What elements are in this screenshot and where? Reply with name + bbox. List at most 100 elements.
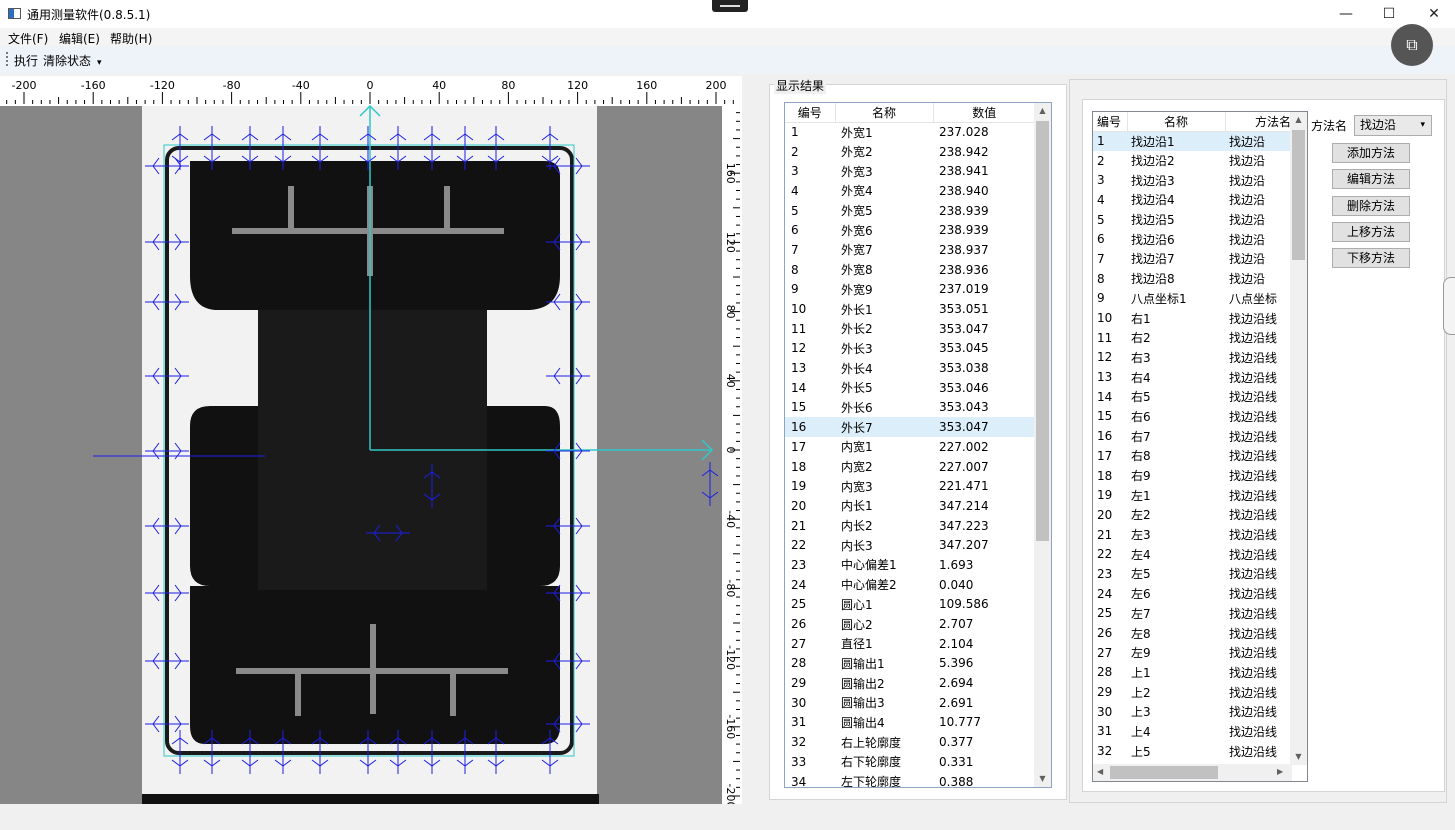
- result-row[interactable]: 32 右上轮廓度 0.377: [785, 732, 1036, 752]
- minimize-button[interactable]: —: [1331, 4, 1361, 24]
- measurement-canvas[interactable]: -200 -160 -120 -80 -40 0 40 80 120 160 200: [0, 76, 742, 804]
- scroll-up-icon[interactable]: ▲: [1034, 103, 1051, 119]
- method-row[interactable]: 12 右3 找边沿线: [1093, 348, 1292, 368]
- method-row[interactable]: 11 右2 找边沿线: [1093, 328, 1292, 348]
- method-row[interactable]: 26 左8 找边沿线: [1093, 623, 1292, 643]
- method-row[interactable]: 1 找边沿1 找边沿: [1093, 131, 1292, 151]
- result-row[interactable]: 14 外长5 353.046: [785, 378, 1036, 398]
- edit-method-button[interactable]: 编辑方法: [1332, 169, 1410, 189]
- menu-edit[interactable]: 编辑(E): [59, 30, 100, 47]
- result-row[interactable]: 12 外长3 353.045: [785, 339, 1036, 359]
- maximize-button[interactable]: ☐: [1374, 4, 1404, 24]
- result-row[interactable]: 23 中心偏差1 1.693: [785, 555, 1036, 575]
- method-row[interactable]: 18 右9 找边沿线: [1093, 466, 1292, 486]
- result-row[interactable]: 29 圆输出2 2.694: [785, 673, 1036, 693]
- result-row[interactable]: 10 外长1 353.051: [785, 299, 1036, 319]
- scroll-left-icon[interactable]: ◀: [1097, 767, 1103, 776]
- toolbar-overflow-icon[interactable]: ▾: [97, 58, 102, 68]
- result-row[interactable]: 28 圆输出1 5.396: [785, 654, 1036, 674]
- method-row[interactable]: 16 右7 找边沿线: [1093, 426, 1292, 446]
- result-row[interactable]: 27 直径1 2.104: [785, 634, 1036, 654]
- method-row[interactable]: 3 找边沿3 找边沿: [1093, 170, 1292, 190]
- close-button[interactable]: ✕: [1419, 4, 1449, 24]
- menu-file[interactable]: 文件(F): [8, 30, 48, 47]
- methods-table[interactable]: 编号 名称 方法名 1 找边沿1 找边沿 2 找边沿2 找边沿 3 找边沿3 找边沿 4 找边沿4 找…: [1092, 111, 1308, 782]
- result-row[interactable]: 4 外宽4 238.940: [785, 181, 1036, 201]
- result-row[interactable]: 26 圆心2 2.707: [785, 614, 1036, 634]
- result-row[interactable]: 18 内宽2 227.007: [785, 457, 1036, 477]
- result-row[interactable]: 24 中心偏差2 0.040: [785, 575, 1036, 595]
- result-row[interactable]: 6 外宽6 238.939: [785, 220, 1036, 240]
- method-row[interactable]: 8 找边沿8 找边沿: [1093, 269, 1292, 289]
- method-row[interactable]: 17 右8 找边沿线: [1093, 446, 1292, 466]
- result-row[interactable]: 3 外宽3 238.941: [785, 161, 1036, 181]
- result-row[interactable]: 21 内长2 347.223: [785, 516, 1036, 536]
- method-name-select[interactable]: 找边沿 ▾: [1354, 115, 1432, 136]
- result-row[interactable]: 22 内长3 347.207: [785, 535, 1036, 555]
- result-row[interactable]: 31 圆输出4 10.777: [785, 713, 1036, 733]
- methods-hscroll-thumb[interactable]: [1110, 766, 1218, 779]
- method-col-header-method[interactable]: 方法名: [1225, 112, 1292, 132]
- method-row[interactable]: 27 左9 找边沿线: [1093, 643, 1292, 663]
- methods-scroll-thumb[interactable]: [1292, 130, 1305, 260]
- results-table[interactable]: 编号 名称 数值 1 外宽1 237.028 2 外宽2 238.942 3 外宽3 238.9…: [784, 102, 1052, 788]
- result-row[interactable]: 13 外长4 353.038: [785, 358, 1036, 378]
- col-header-index[interactable]: 编号: [785, 103, 836, 123]
- method-col-header-index[interactable]: 编号: [1093, 112, 1128, 132]
- menu-help[interactable]: 帮助(H): [110, 30, 152, 47]
- result-row[interactable]: 30 圆输出3 2.691: [785, 693, 1036, 713]
- scroll-right-icon[interactable]: ▶: [1277, 767, 1283, 776]
- move-up-method-button[interactable]: 上移方法: [1332, 222, 1410, 242]
- result-row[interactable]: 20 内长1 347.214: [785, 496, 1036, 516]
- result-row[interactable]: 1 外宽1 237.028: [785, 122, 1036, 142]
- method-row[interactable]: 15 右6 找边沿线: [1093, 407, 1292, 427]
- method-row[interactable]: 21 左3 找边沿线: [1093, 525, 1292, 545]
- method-row[interactable]: 28 上1 找边沿线: [1093, 663, 1292, 683]
- method-row[interactable]: 7 找边沿7 找边沿: [1093, 249, 1292, 269]
- side-panel-tab[interactable]: [1443, 277, 1455, 335]
- method-row[interactable]: 4 找边沿4 找边沿: [1093, 190, 1292, 210]
- col-header-name[interactable]: 名称: [835, 103, 934, 123]
- methods-scroll-down-icon[interactable]: ▼: [1290, 749, 1307, 765]
- method-row[interactable]: 5 找边沿5 找边沿: [1093, 210, 1292, 230]
- method-row[interactable]: 23 左5 找边沿线: [1093, 564, 1292, 584]
- result-row[interactable]: 17 内宽1 227.002: [785, 437, 1036, 457]
- methods-hscrollbar[interactable]: ◀ ▶: [1093, 764, 1292, 781]
- image-viewer[interactable]: -200 -160 -120 -80 -40 0 40 80 120 160 200: [0, 76, 742, 804]
- results-scroll-thumb[interactable]: [1036, 121, 1049, 541]
- add-method-button[interactable]: 添加方法: [1332, 143, 1410, 163]
- method-row[interactable]: 14 右5 找边沿线: [1093, 387, 1292, 407]
- methods-scrollbar[interactable]: ▲ ▼: [1290, 112, 1307, 765]
- method-row[interactable]: 25 左7 找边沿线: [1093, 604, 1292, 624]
- run-button[interactable]: 执行: [14, 52, 38, 69]
- method-row[interactable]: 13 右4 找边沿线: [1093, 367, 1292, 387]
- snap-grip-handle[interactable]: [712, 0, 748, 12]
- method-row[interactable]: 19 左1 找边沿线: [1093, 485, 1292, 505]
- method-row[interactable]: 6 找边沿6 找边沿: [1093, 229, 1292, 249]
- method-row[interactable]: 10 右1 找边沿线: [1093, 308, 1292, 328]
- method-row[interactable]: 9 八点坐标1 八点坐标: [1093, 289, 1292, 309]
- result-row[interactable]: 5 外宽5 238.939: [785, 201, 1036, 221]
- result-row[interactable]: 15 外长6 353.043: [785, 398, 1036, 418]
- method-row[interactable]: 32 上5 找边沿线: [1093, 741, 1292, 761]
- delete-method-button[interactable]: 删除方法: [1332, 196, 1410, 216]
- results-scrollbar[interactable]: ▲ ▼: [1034, 103, 1051, 787]
- method-row[interactable]: 20 左2 找边沿线: [1093, 505, 1292, 525]
- method-row[interactable]: 2 找边沿2 找边沿: [1093, 151, 1292, 171]
- scroll-down-icon[interactable]: ▼: [1034, 771, 1051, 787]
- method-row[interactable]: 24 左6 找边沿线: [1093, 584, 1292, 604]
- method-row[interactable]: 30 上3 找边沿线: [1093, 702, 1292, 722]
- methods-scroll-up-icon[interactable]: ▲: [1290, 112, 1307, 128]
- result-row[interactable]: 11 外长2 353.047: [785, 319, 1036, 339]
- screenshot-tool-icon[interactable]: ⧉: [1391, 24, 1433, 66]
- method-col-header-name[interactable]: 名称: [1127, 112, 1226, 132]
- result-row[interactable]: 2 外宽2 238.942: [785, 142, 1036, 162]
- toolbar-grip[interactable]: [6, 52, 8, 66]
- col-header-value[interactable]: 数值: [933, 103, 1036, 123]
- result-row[interactable]: 19 内宽3 221.471: [785, 476, 1036, 496]
- method-row[interactable]: 31 上4 找边沿线: [1093, 722, 1292, 742]
- result-row[interactable]: 7 外宽7 238.937: [785, 240, 1036, 260]
- result-row[interactable]: 34 左下轮廓度 0.388: [785, 772, 1036, 787]
- clear-status-button[interactable]: 清除状态: [43, 52, 91, 69]
- result-row[interactable]: 9 外宽9 237.019: [785, 280, 1036, 300]
